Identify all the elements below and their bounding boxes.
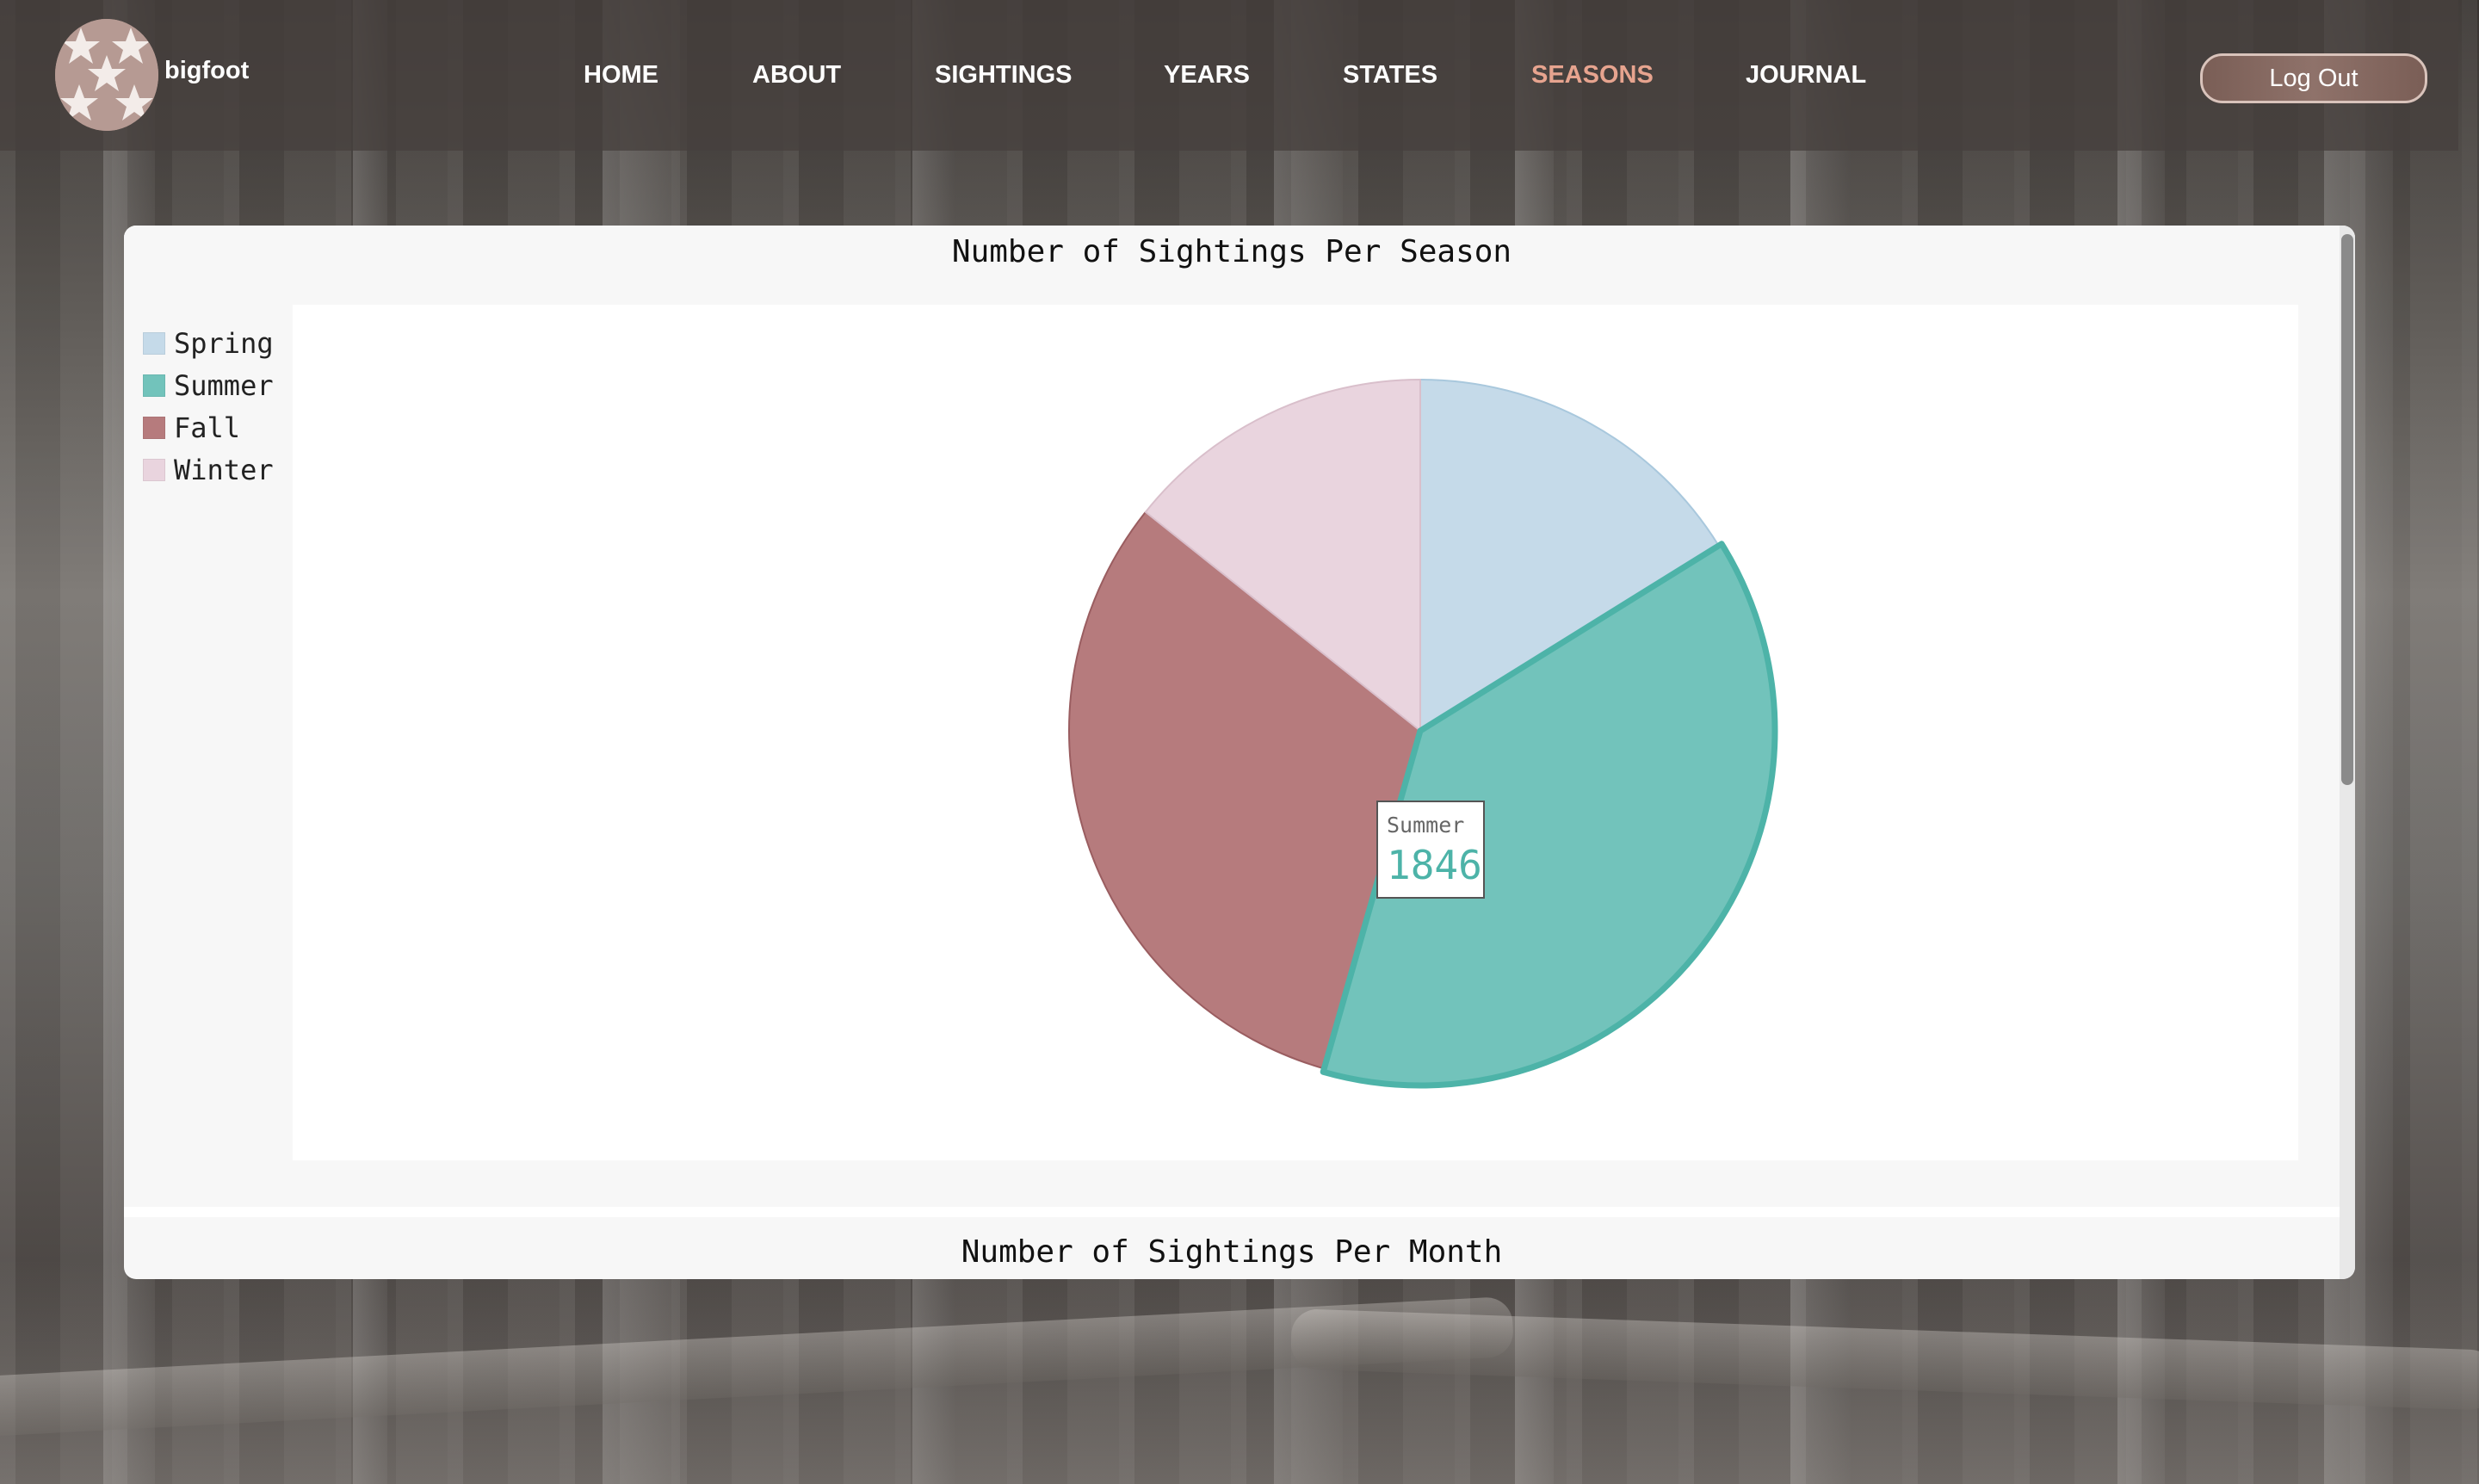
content-panel: Number of Sightings Per Season Spring Sum…	[124, 226, 2355, 1279]
tooltip-value: 1846	[1387, 842, 1482, 888]
legend-label: Fall	[174, 411, 241, 444]
tooltip-label: Summer	[1387, 813, 1465, 838]
nav-years[interactable]: YEARS	[1164, 61, 1250, 90]
legend-swatch	[143, 416, 165, 439]
legend-item-winter[interactable]: Winter	[143, 448, 274, 491]
top-navigation-bar: bigfoot HOME ABOUT SIGHTINGS YEARS STATE…	[0, 0, 2458, 151]
nav-about[interactable]: ABOUT	[752, 61, 841, 90]
brand-name[interactable]: bigfoot	[164, 57, 249, 85]
legend-swatch	[143, 374, 165, 397]
chart-legend: Spring Summer Fall Winter	[143, 322, 274, 491]
nav-seasons[interactable]: SEASONS	[1531, 61, 1654, 90]
scrollbar-thumb[interactable]	[2341, 234, 2353, 785]
nav-journal[interactable]: JOURNAL	[1746, 61, 1866, 90]
logo-icon[interactable]	[55, 19, 158, 131]
legend-item-fall[interactable]: Fall	[143, 406, 274, 448]
card-divider	[124, 1207, 2340, 1217]
legend-swatch	[143, 458, 165, 481]
legend-label: Summer	[174, 368, 274, 402]
legend-label: Spring	[174, 326, 274, 360]
legend-label: Winter	[174, 453, 274, 486]
nav-sightings[interactable]: SIGHTINGS	[935, 61, 1073, 90]
legend-item-summer[interactable]: Summer	[143, 364, 274, 406]
pie-plot-area	[293, 305, 2298, 1160]
season-chart-card: Number of Sightings Per Season Spring Sum…	[124, 226, 2340, 1196]
panel-scrollbar[interactable]	[2340, 226, 2355, 1279]
nav-states[interactable]: STATES	[1343, 61, 1437, 90]
nav-home[interactable]: HOME	[584, 61, 658, 90]
legend-item-spring[interactable]: Spring	[143, 322, 274, 364]
logout-button[interactable]: Log Out	[2200, 53, 2427, 103]
chart-title: Number of Sightings Per Season	[951, 234, 1512, 269]
second-chart-title: Number of Sightings Per Month	[961, 1234, 1503, 1270]
pie-chart	[1068, 379, 1778, 1089]
chart-tooltip: Summer 1846	[1376, 801, 1485, 899]
legend-swatch	[143, 331, 165, 355]
